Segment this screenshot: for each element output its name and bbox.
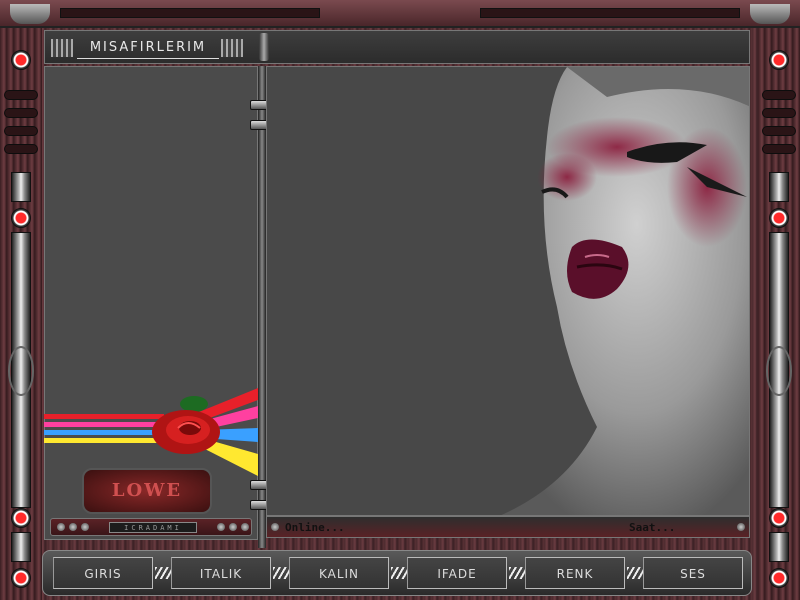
online-status: Online... — [285, 521, 345, 534]
nav-italik-button[interactable]: ITALIK — [171, 557, 271, 589]
vent-icon — [4, 126, 38, 136]
nav-giris-button[interactable]: GIRIS — [53, 557, 153, 589]
vent-icon — [4, 144, 38, 154]
message-panel[interactable] — [266, 66, 750, 516]
corner-cap-left — [10, 4, 50, 24]
portrait-image — [501, 67, 749, 515]
rail-tube — [769, 532, 789, 562]
top-bar — [0, 0, 800, 28]
time-status: Saat... — [629, 521, 676, 534]
nav-renk-button[interactable]: RENK — [525, 557, 625, 589]
love-badge: LOWE — [82, 468, 212, 514]
vent-icon — [762, 126, 796, 136]
status-bar: Online... Saat... — [266, 516, 750, 538]
right-rail — [758, 28, 800, 600]
left-control-strip: ICRADAMI — [50, 518, 252, 536]
red-bulb-icon — [11, 50, 31, 70]
nav-ifade-button[interactable]: IFADE — [407, 557, 507, 589]
title-knob[interactable] — [259, 33, 269, 61]
vent-icon — [762, 90, 796, 100]
vent-icon — [4, 108, 38, 118]
indicator-dot — [229, 523, 237, 531]
indicator-dot — [69, 523, 77, 531]
nav-kalin-button[interactable]: KALIN — [289, 557, 389, 589]
red-bulb-icon — [11, 568, 31, 588]
red-bulb-icon — [11, 208, 31, 228]
corner-cap-right — [750, 4, 790, 24]
vent-icon — [762, 144, 796, 154]
window-title: MISAFIRLERIM — [77, 37, 219, 59]
indicator-dot — [241, 523, 249, 531]
grip-icon — [51, 39, 73, 57]
rail-tube — [769, 172, 789, 202]
left-rail — [0, 28, 42, 600]
indicator-dot — [737, 523, 745, 531]
ornament-curl-icon — [766, 346, 792, 396]
rose-icon — [152, 396, 220, 454]
red-bulb-icon — [11, 508, 31, 528]
rail-tube — [11, 532, 31, 562]
red-bulb-icon — [769, 208, 789, 228]
top-slot-right — [480, 8, 740, 18]
red-bulb-icon — [769, 568, 789, 588]
ornament-curl-icon — [8, 346, 34, 396]
red-bulb-icon — [769, 508, 789, 528]
vent-icon — [762, 108, 796, 118]
indicator-dot — [271, 523, 279, 531]
top-slot-left — [60, 8, 320, 18]
grip-icon — [221, 39, 243, 57]
indicator-dot — [81, 523, 89, 531]
indicator-dot — [217, 523, 225, 531]
bottom-nav: GIRIS ITALIK KALIN IFADE RENK SES — [42, 550, 752, 596]
strip-screen: ICRADAMI — [109, 522, 197, 533]
red-bulb-icon — [769, 50, 789, 70]
vent-icon — [4, 90, 38, 100]
nav-ses-button[interactable]: SES — [643, 557, 743, 589]
panel-divider — [258, 66, 266, 548]
indicator-dot — [57, 523, 65, 531]
title-strip: MISAFIRLERIM — [44, 30, 750, 64]
rail-tube — [11, 172, 31, 202]
